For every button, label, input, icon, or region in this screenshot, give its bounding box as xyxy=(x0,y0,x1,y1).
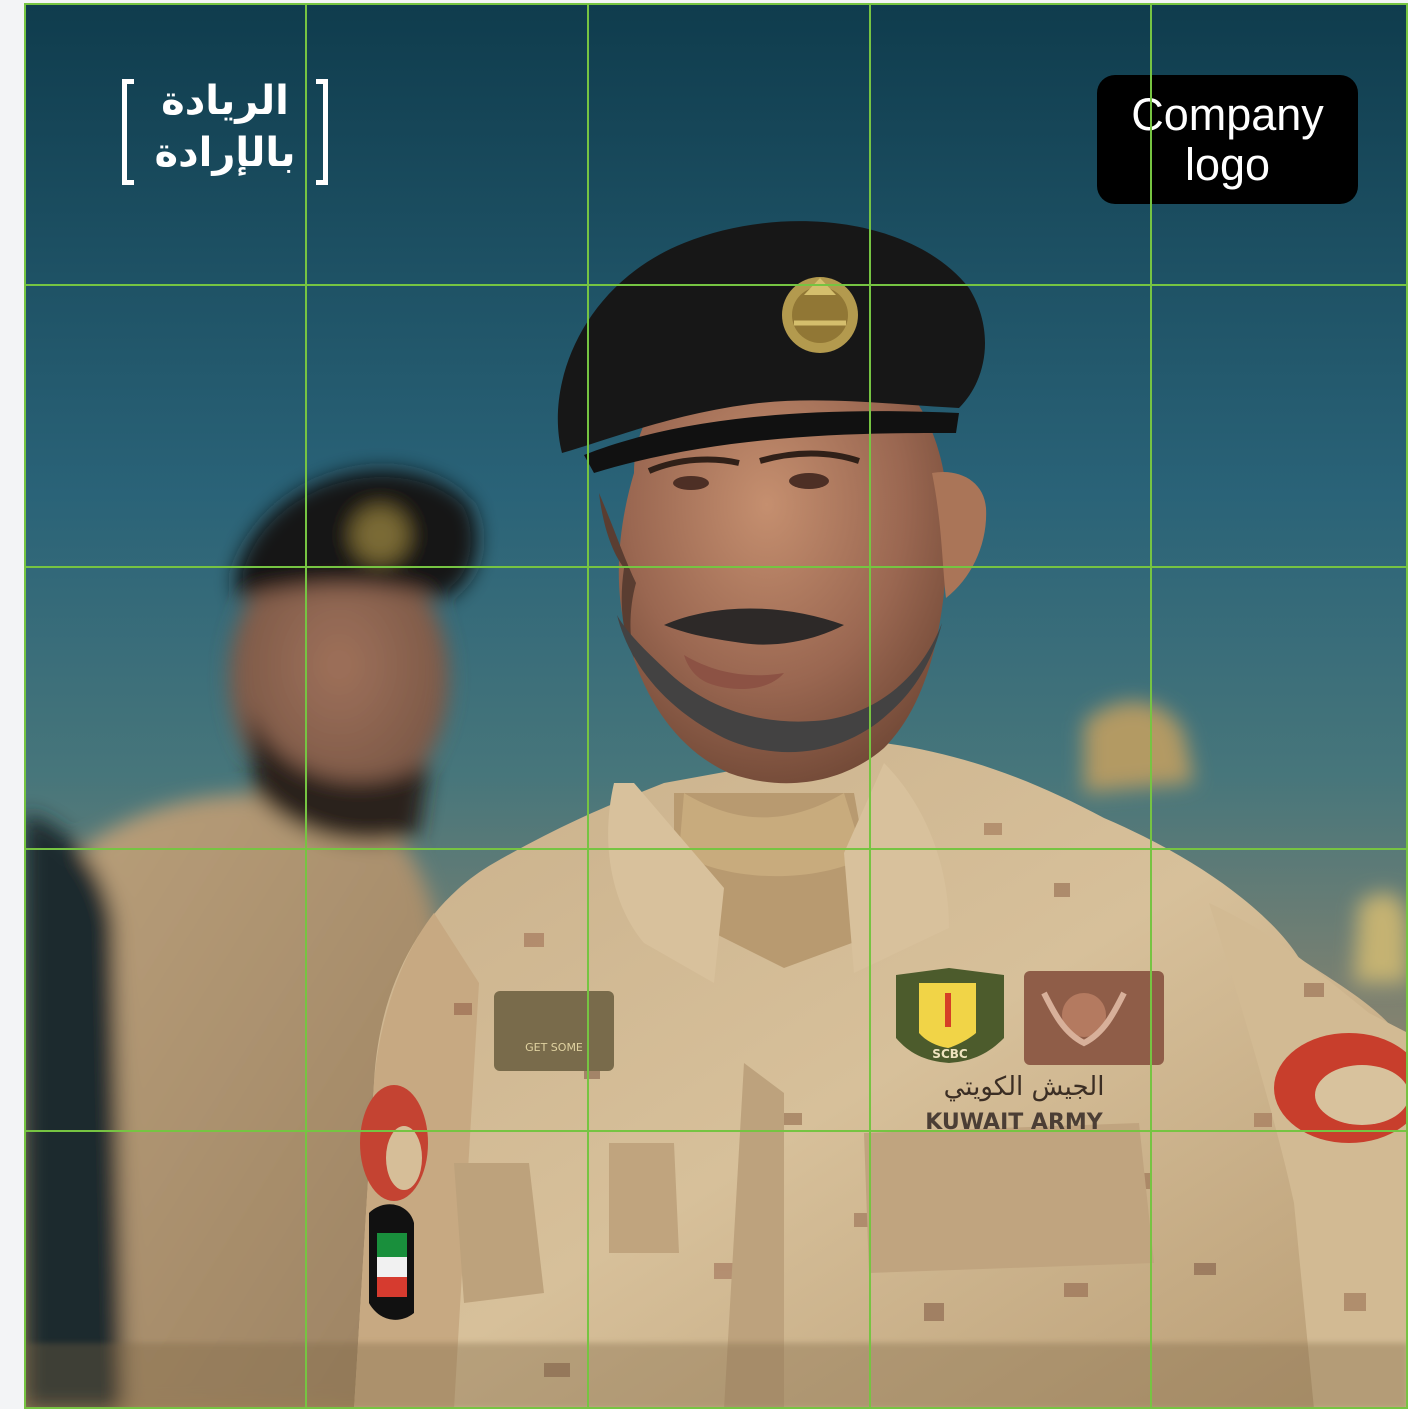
scbc-text: SCBC xyxy=(932,1047,968,1061)
arabic-logo-text: الريادة بالإرادة xyxy=(154,78,297,176)
company-logo-label: Company logo xyxy=(1131,88,1324,190)
kuwait-army-text: KUWAIT ARMY xyxy=(925,1110,1104,1135)
name-tape-text: GET SOME xyxy=(525,1041,583,1054)
arabic-patch-text: الجيش الكويتي xyxy=(944,1072,1105,1102)
logo-left-bracket xyxy=(122,79,134,185)
logo-right-bracket xyxy=(316,79,328,185)
scene-illustration: GET SOME SCBC الجيش الكويتي KUWAIT ARMY xyxy=(24,3,1408,1409)
company-logo-placeholder: Company logo xyxy=(1097,75,1358,204)
brand-logo: الريادة بالإرادة xyxy=(122,75,328,187)
design-canvas: GET SOME SCBC الجيش الكويتي KUWAIT ARMY xyxy=(24,3,1408,1409)
soldier-photo: GET SOME SCBC الجيش الكويتي KUWAIT ARMY xyxy=(24,3,1408,1409)
